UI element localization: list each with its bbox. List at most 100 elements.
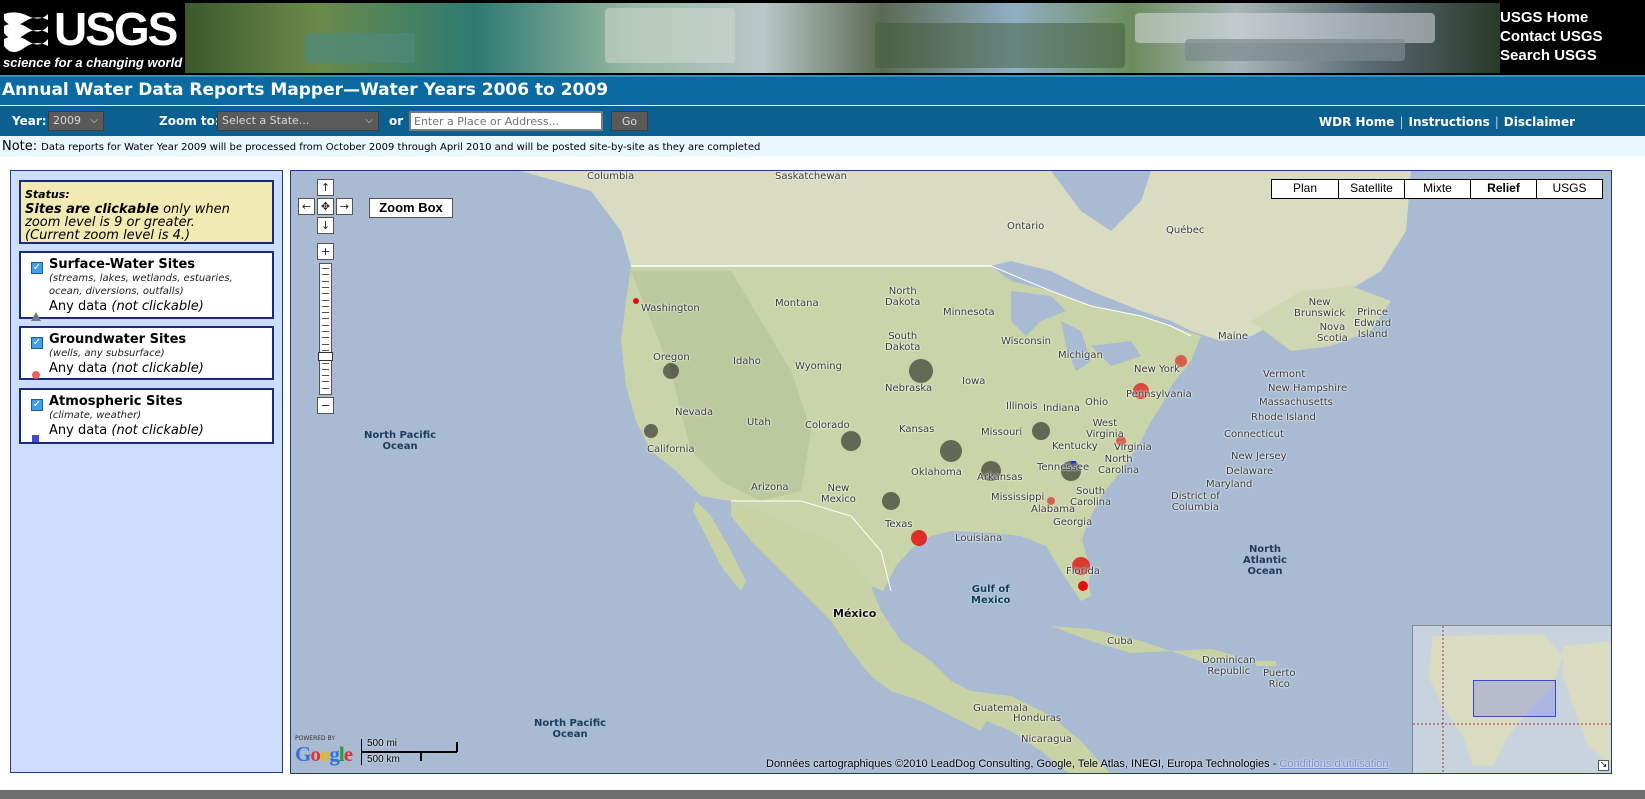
groundwater-checkbox[interactable]: ✓ [31,337,43,349]
year-select[interactable]: 2009 ⌵ [48,111,104,131]
map-label-florida: Florida [1066,566,1101,577]
banner-photo-strip [185,3,1500,73]
zoom-slider-track[interactable] [319,263,332,395]
state-select[interactable]: Select a State... ⌵ [217,111,379,131]
zoom-slider-handle[interactable] [318,352,333,361]
map-type-satellite[interactable]: Satellite [1338,180,1404,198]
powered-by-google[interactable]: POWERED BY Google [295,735,353,767]
overview-map[interactable]: ↘ [1412,625,1611,773]
status-heading: Status: [25,188,70,201]
pan-left-button[interactable]: ← [298,198,315,215]
overview-viewport-rect[interactable] [1473,680,1556,717]
pan-down-button[interactable]: ↓ [317,217,334,234]
overview-toggle-button[interactable]: ↘ [1598,760,1609,771]
zoom-tick [322,362,329,364]
go-button[interactable]: Go [611,111,648,131]
usgs-tagline: science for a changing world [3,55,183,70]
map-label-iowa: Iowa [962,376,986,387]
banner-links: USGS Home Contact USGS Search USGS [1500,8,1603,65]
pan-center-button[interactable]: ✥ [317,198,334,215]
map-type-relief[interactable]: Relief [1470,180,1536,198]
map-label-cuba: Cuba [1107,636,1133,647]
map-label-north-atlantic-ocean: North Atlantic Ocean [1243,544,1287,577]
arrow-right-icon: → [339,200,350,213]
pan-up-button[interactable]: ↑ [317,179,334,196]
page-title: Annual Water Data Reports Mapper—Water Y… [2,80,609,100]
map-label-north-pacific-ocean: North Pacific Ocean [364,430,437,452]
resize-arrow-icon: ↘ [1599,760,1608,770]
search-usgs-link[interactable]: Search USGS [1500,46,1603,65]
zoom-tick [322,318,329,320]
usgs-banner: USGS science for a changing world USGS H… [0,0,1645,75]
map-label-texas: Texas [885,519,913,530]
powered-by-text: POWERED BY [295,735,336,742]
layer-subtitle: (wells, any subsurface) [49,348,165,359]
contact-usgs-link[interactable]: Contact USGS [1500,27,1603,46]
map-label-prince-edward-island: Prince Edward Island [1354,307,1392,340]
map-label-maryland: Maryland [1206,479,1253,490]
instructions-link[interactable]: Instructions [1408,115,1489,129]
map-label-ontario: Ontario [1007,221,1045,232]
map-label-north-pacific-ocean-south: North Pacific Ocean [534,718,607,740]
map-label-arizona: Arizona [751,482,789,493]
disclaimer-link[interactable]: Disclaimer [1504,115,1575,129]
usgs-wave-icon [4,12,48,52]
map-type-usgs[interactable]: USGS [1536,180,1602,198]
map-type-plan[interactable]: Plan [1272,180,1338,198]
map-label-mexico: México [833,607,877,620]
atmospheric-checkbox[interactable]: ✓ [31,399,43,411]
usgs-home-link[interactable]: USGS Home [1500,8,1603,27]
map-label-north-dakota: North Dakota [885,286,921,308]
map-label-washington: Washington [641,303,700,314]
arrow-left-icon: ← [301,200,312,213]
layer-any-data: Any data (not clickable) [49,423,204,438]
plus-icon: + [320,245,331,258]
map-label-kentucky: Kentucky [1052,441,1098,452]
map-label-mississippi: Mississippi [991,492,1045,503]
note-strip: Note: Data reports for Water Year 2009 wi… [0,136,1645,157]
map-label-utah: Utah [747,417,771,428]
layer-any-data: Any data (not clickable) [49,299,204,314]
map-label-minnesota: Minnesota [943,307,995,318]
map-label-new-brunswick: New Brunswick [1294,297,1346,319]
usgs-logo[interactable]: USGS science for a changing world [0,0,185,75]
map-label-connecticut: Connecticut [1224,429,1284,440]
zoom-tick [322,368,329,370]
map-type-mixte[interactable]: Mixte [1404,180,1470,198]
chevron-down-icon: ⌵ [365,115,373,126]
zoom-tick [322,299,329,301]
map-canvas[interactable]: Columbia Saskatchewan Ontario Québec Was… [290,170,1612,774]
zoom-tick [322,343,329,345]
surface-water-checkbox[interactable]: ✓ [31,262,43,274]
layer-title: Surface-Water Sites [49,257,195,272]
arrow-up-icon: ↑ [320,181,331,194]
zoom-box-button[interactable]: Zoom Box [369,198,453,218]
zoom-tick [322,331,329,332]
zoom-tick [322,337,329,339]
map-label-south-dakota: South Dakota [885,331,921,353]
atmospheric-layer: ✓ Atmospheric Sites (climate, weather) A… [19,388,274,444]
zoom-tick [322,387,329,389]
layers-panel: Status: Sites are clickable only when zo… [10,170,283,773]
map-label-idaho: Idaho [733,356,761,367]
scale-bar: 500 mi 500 km [361,737,461,767]
note-text: Data reports for Water Year 2009 will be… [41,142,761,153]
place-address-input[interactable] [409,111,603,131]
layer-subtitle: (streams, lakes, wetlands, estuaries, oc… [49,273,233,297]
map-label-georgia: Georgia [1053,517,1093,528]
zoom-in-button[interactable]: + [317,243,334,260]
terms-of-use-link[interactable]: Conditions d'utilisation [1279,758,1388,770]
google-logo: Google [295,742,353,766]
chevron-down-icon: ⌵ [90,115,98,126]
zoom-tick [322,274,329,276]
wdr-home-link[interactable]: WDR Home [1319,115,1395,129]
map-label-indiana: Indiana [1043,403,1081,414]
map-label-illinois: Illinois [1006,401,1038,412]
zoom-out-button[interactable]: − [317,397,334,414]
toolbar: Year: 2009 ⌵ Zoom to: Select a State... … [0,106,1645,136]
pan-right-button[interactable]: → [336,198,353,215]
map-label-virginia: Virginia [1114,442,1152,453]
map-label-columbia: Columbia [587,171,635,182]
triangle-symbol-icon [31,306,41,325]
map-label-honduras: Honduras [1013,713,1062,724]
